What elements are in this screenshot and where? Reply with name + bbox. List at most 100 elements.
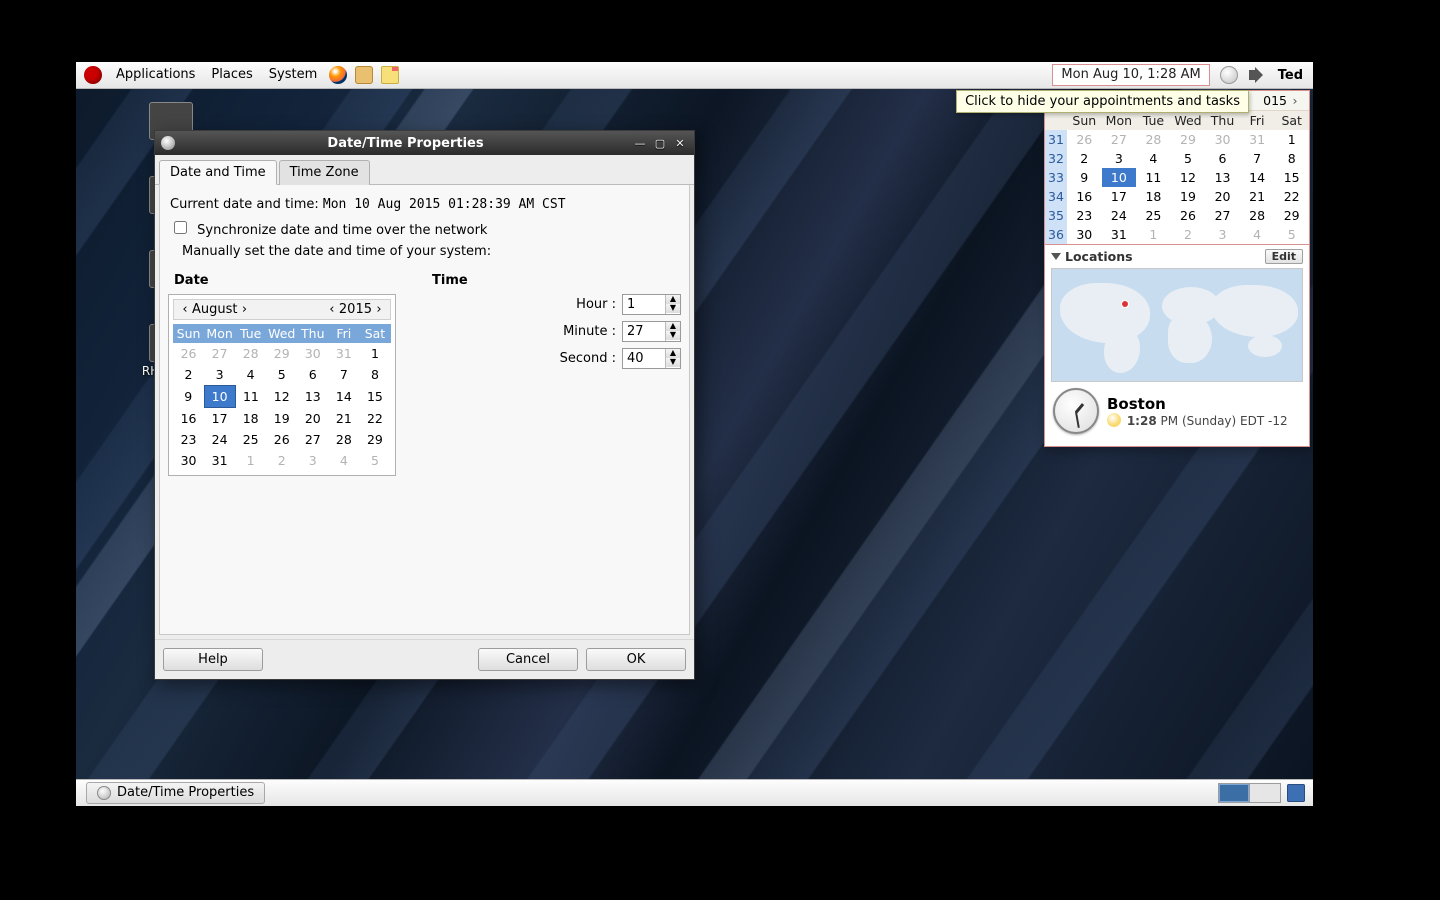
applet-calendar-day[interactable]: 29 [1171, 130, 1206, 149]
calendar-day[interactable]: 12 [266, 386, 297, 408]
calendar-day[interactable]: 8 [359, 364, 390, 386]
applet-calendar-day[interactable]: 7 [1240, 149, 1275, 168]
applet-calendar-day[interactable]: 10 [1102, 168, 1137, 187]
tab-time-zone[interactable]: Time Zone [279, 160, 370, 185]
applet-calendar-day[interactable]: 8 [1274, 149, 1309, 168]
world-map[interactable] [1051, 268, 1303, 382]
calendar-day[interactable]: 24 [204, 429, 235, 450]
applications-menu[interactable]: Applications [108, 62, 203, 88]
applet-calendar-day[interactable]: 17 [1102, 187, 1137, 206]
applet-calendar-day[interactable]: 29 [1274, 206, 1309, 225]
applet-calendar-day[interactable]: 5 [1274, 225, 1309, 244]
calendar-day[interactable]: 5 [359, 450, 390, 471]
applet-calendar-day[interactable]: 3 [1205, 225, 1240, 244]
applet-calendar-day[interactable]: 11 [1136, 168, 1171, 187]
prev-year-button[interactable]: ‹ [325, 302, 339, 317]
calendar-day[interactable]: 29 [359, 429, 390, 450]
hour-input[interactable] [623, 295, 665, 314]
cancel-button[interactable]: Cancel [478, 648, 578, 671]
applet-calendar-day[interactable]: 26 [1067, 130, 1102, 149]
applet-calendar-day[interactable]: 9 [1067, 168, 1102, 187]
calendar-day[interactable]: 20 [297, 408, 328, 430]
places-menu[interactable]: Places [203, 62, 260, 88]
calendar-day[interactable]: 19 [266, 408, 297, 430]
firefox-launcher-icon[interactable] [329, 66, 347, 84]
workspace-switcher[interactable] [1218, 783, 1281, 803]
taskbar-button-datetime[interactable]: Date/Time Properties [86, 782, 265, 804]
calendar-day[interactable]: 22 [359, 408, 390, 430]
locations-header[interactable]: Locations Edit [1051, 249, 1303, 264]
calendar-day[interactable]: 2 [173, 364, 204, 386]
calendar-day[interactable]: 5 [266, 364, 297, 386]
calendar-day[interactable]: 31 [328, 343, 359, 364]
applet-calendar-day[interactable]: 2 [1171, 225, 1206, 244]
close-button[interactable]: ✕ [672, 135, 688, 151]
calendar-day[interactable]: 26 [266, 429, 297, 450]
locations-edit-button[interactable]: Edit [1265, 249, 1303, 264]
calendar-day[interactable]: 10 [204, 386, 235, 408]
calendar-day[interactable]: 26 [173, 343, 204, 364]
applet-calendar-day[interactable]: 28 [1240, 206, 1275, 225]
calendar-day[interactable]: 3 [204, 364, 235, 386]
applet-calendar-day[interactable]: 28 [1136, 130, 1171, 149]
applet-next-button[interactable]: › [1287, 93, 1303, 108]
calendar-day[interactable]: 1 [235, 450, 266, 471]
calendar-day[interactable]: 15 [359, 386, 390, 408]
user-menu[interactable]: Ted [1272, 68, 1313, 83]
calendar-day[interactable]: 30 [173, 450, 204, 471]
notes-launcher-icon[interactable] [381, 66, 399, 84]
applet-calendar-day[interactable]: 30 [1067, 225, 1102, 244]
applet-calendar-day[interactable]: 31 [1102, 225, 1137, 244]
calendar-day[interactable]: 7 [328, 364, 359, 386]
applet-calendar-day[interactable]: 3 [1102, 149, 1137, 168]
applet-calendar-day[interactable]: 21 [1240, 187, 1275, 206]
applet-calendar-day[interactable]: 31 [1240, 130, 1275, 149]
ok-button[interactable]: OK [586, 648, 686, 671]
workspace-2[interactable] [1250, 784, 1280, 802]
sync-checkbox[interactable] [174, 221, 187, 234]
second-down-button[interactable]: ▼ [666, 358, 680, 367]
applet-calendar-day[interactable]: 25 [1136, 206, 1171, 225]
calendar-day[interactable]: 6 [297, 364, 328, 386]
applet-calendar-day[interactable]: 14 [1240, 168, 1275, 187]
applet-calendar-day[interactable]: 27 [1205, 206, 1240, 225]
applet-calendar-day[interactable]: 16 [1067, 187, 1102, 206]
applet-calendar-day[interactable]: 1 [1274, 130, 1309, 149]
applet-calendar-day[interactable]: 27 [1102, 130, 1137, 149]
applet-calendar-day[interactable]: 4 [1136, 149, 1171, 168]
applet-calendar-day[interactable]: 18 [1136, 187, 1171, 206]
minimize-button[interactable]: — [632, 135, 648, 151]
calendar-day[interactable]: 16 [173, 408, 204, 430]
calendar-day[interactable]: 18 [235, 408, 266, 430]
calendar-day[interactable]: 2 [266, 450, 297, 471]
applet-calendar-day[interactable]: 2 [1067, 149, 1102, 168]
workspace-1[interactable] [1219, 784, 1250, 802]
hour-down-button[interactable]: ▼ [666, 304, 680, 313]
tab-date-and-time[interactable]: Date and Time [159, 160, 277, 185]
calendar-day[interactable]: 9 [173, 386, 204, 408]
calendar-day[interactable]: 30 [297, 343, 328, 364]
minute-down-button[interactable]: ▼ [666, 331, 680, 340]
calendar-day[interactable]: 1 [359, 343, 390, 364]
applet-calendar-day[interactable]: 26 [1171, 206, 1206, 225]
calendar-day[interactable]: 23 [173, 429, 204, 450]
calendar-day[interactable]: 25 [235, 429, 266, 450]
system-menu[interactable]: System [261, 62, 325, 88]
applet-calendar-day[interactable]: 30 [1205, 130, 1240, 149]
applet-calendar-day[interactable]: 1 [1136, 225, 1171, 244]
minute-input[interactable] [623, 322, 665, 341]
applet-calendar-day[interactable]: 12 [1171, 168, 1206, 187]
panel-clock[interactable]: Mon Aug 10, 1:28 AM [1052, 64, 1209, 86]
file-manager-launcher-icon[interactable] [355, 66, 373, 84]
calendar-day[interactable]: 28 [235, 343, 266, 364]
applet-calendar-day[interactable]: 15 [1274, 168, 1309, 187]
calendar-day[interactable]: 31 [204, 450, 235, 471]
help-button[interactable]: Help [163, 648, 263, 671]
calendar-day[interactable]: 27 [297, 429, 328, 450]
applet-calendar-day[interactable]: 22 [1274, 187, 1309, 206]
calendar-day[interactable]: 13 [297, 386, 328, 408]
applet-calendar-day[interactable]: 23 [1067, 206, 1102, 225]
calendar-day[interactable]: 21 [328, 408, 359, 430]
applet-calendar-day[interactable]: 20 [1205, 187, 1240, 206]
applet-calendar-day[interactable]: 5 [1171, 149, 1206, 168]
